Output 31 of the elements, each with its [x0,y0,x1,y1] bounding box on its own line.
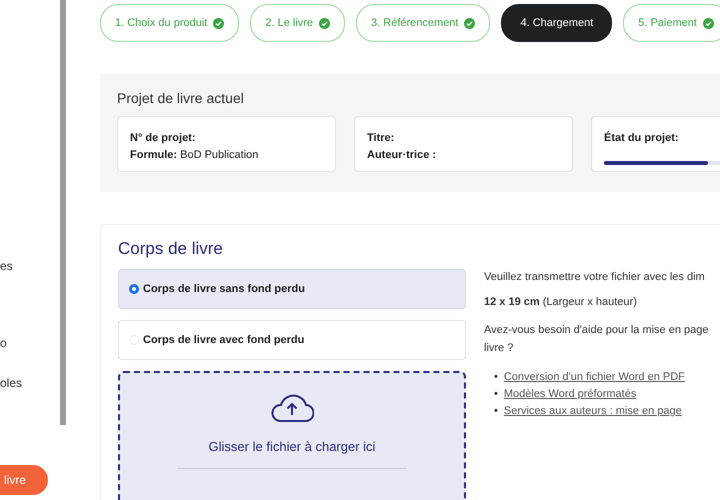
info-line: Formule: BoD Publication [130,148,260,163]
state-label: État du projet: [604,130,680,146]
step-tab[interactable]: 4. Chargement [501,4,612,42]
sidebar-item[interactable]: es [0,258,60,275]
radio-option[interactable]: Corps de livre avec fond perdu [118,320,466,360]
sidebar-item[interactable]: o [0,335,60,352]
section-title: Corps de livre [118,239,224,259]
check-icon [464,18,476,28]
help-link[interactable]: Conversion d'un fichier Word en PDF [504,369,685,386]
drop-zone[interactable]: Glisser le fichier à charger ici [118,371,466,500]
help-link[interactable]: Services aux auteurs : mise en page [504,403,682,420]
bullet: • [494,404,498,419]
check-icon [319,18,330,28]
scrollbar[interactable] [60,0,66,425]
info-text: 12 x 19 cm (Largeur x hauteur) [484,296,638,308]
sidebar-item[interactable]: oles [0,375,60,392]
radio-option[interactable]: Corps de livre sans fond perdu [118,269,466,309]
bullet: • [494,387,498,402]
info-line: N° de projet: [130,131,197,146]
bullet: • [494,370,498,385]
info-text: Veuillez transmettre votre fichier avec les dim [484,271,706,283]
help-link[interactable]: Modèles Word préformatés [504,386,636,403]
cloud-upload-icon [270,393,314,423]
drop-text: Glisser le fichier à charger ici [208,439,376,454]
info-line: Auteur·trice : [367,148,438,163]
check-icon [213,18,224,28]
check-icon [702,18,714,28]
info-line: Titre: [367,131,396,146]
help-text: Avez-vous besoin d'aide pour la mise en page [484,323,708,338]
help-text: livre ? [484,341,514,356]
project-title: Projet de livre actuel [117,90,245,106]
